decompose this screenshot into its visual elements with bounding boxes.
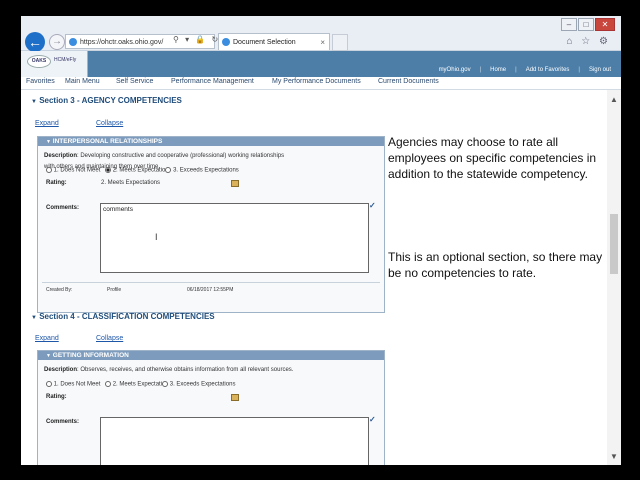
link-myohio[interactable]: myOhio.gov	[439, 67, 471, 73]
created-by-label: Created By:	[46, 287, 73, 293]
header-links: myOhio.gov | Home | Add to Favorites | S…	[439, 67, 611, 73]
link-add-favorites[interactable]: Add to Favorites	[526, 67, 570, 73]
oaks-logo: OAKS	[27, 55, 51, 68]
spellcheck-icon[interactable]: ✓	[369, 201, 376, 210]
spellcheck-icon[interactable]: ✓	[369, 415, 376, 424]
description-label: Description	[44, 367, 78, 373]
collapse-arrow-icon[interactable]: ▼	[46, 139, 51, 145]
note-optional: This is an optional section, so there ma…	[388, 250, 603, 280]
getting-information-panel: ▼ GETTING INFORMATION Description: Obser…	[37, 350, 385, 465]
ie-tab-icon	[222, 38, 230, 46]
main-content: ▼ Section 3 - AGENCY COMPETENCIES Expand…	[21, 90, 621, 465]
browser-window: ← → https://ohctr.oaks.ohio.gov/ ⚲ ▾ 🔒 ↻…	[21, 16, 621, 465]
radio-does-not-meet[interactable]	[46, 167, 52, 173]
section3-title: ▼ Section 3 - AGENCY COMPETENCIES	[31, 96, 182, 105]
comments-textarea[interactable]: comments	[100, 203, 369, 273]
expand-link[interactable]: Expand	[35, 120, 59, 127]
option-label: 2. Meets Expectati	[112, 381, 163, 388]
menu-favorites[interactable]: Favorites	[26, 78, 55, 85]
scroll-up-icon[interactable]: ▲	[607, 94, 621, 106]
rating-options: 1. Does Not Meet 2. Meets Expectati 3. E…	[46, 381, 235, 388]
description: Description: Observes, receives, and oth…	[44, 363, 324, 374]
option-label: 2. Meets Expectatio	[112, 167, 166, 174]
rating-value: 2. Meets Expectations	[101, 180, 161, 186]
radio-exceeds-expectations[interactable]	[162, 381, 169, 387]
separator: |	[578, 67, 580, 73]
section4-title: ▼ Section 4 - CLASSIFICATION COMPETENCIE…	[31, 312, 215, 321]
panel-heading-text: INTERPERSONAL RELATIONSHIPS	[52, 138, 163, 145]
panel-heading-text: GETTING INFORMATION	[52, 352, 129, 359]
collapse-link[interactable]: Collapse	[96, 120, 123, 127]
radio-does-not-meet[interactable]	[46, 381, 52, 387]
rating-options: 1. Does Not Meet 2. Meets Expectatio 3. …	[46, 167, 239, 174]
address-text: https://ohctr.oaks.ohio.gov/	[80, 39, 164, 46]
radio-meets-expectations[interactable]	[105, 381, 112, 387]
interpersonal-panel: ▼ INTERPERSONAL RELATIONSHIPS Descriptio…	[37, 136, 385, 313]
menu-main-menu[interactable]: Main Menu	[65, 78, 100, 85]
collapse-arrow-icon[interactable]: ▼	[31, 99, 37, 105]
radio-meets-expectations[interactable]	[105, 167, 112, 173]
maximize-icon[interactable]: □	[578, 18, 594, 31]
menu-my-performance-documents[interactable]: My Performance Documents	[272, 78, 361, 85]
divider	[42, 282, 380, 283]
browser-titlebar: ← → https://ohctr.oaks.ohio.gov/ ⚲ ▾ 🔒 ↻…	[21, 16, 621, 52]
menu-bar: Favorites Main Menu Self Service Perform…	[21, 77, 621, 90]
option-label: 1. Does Not Meet	[53, 167, 101, 174]
text-cursor-icon: I	[155, 232, 158, 242]
comments-label: Comments:	[46, 419, 80, 425]
close-window-icon[interactable]: ✕	[595, 18, 615, 31]
app-header: OAKS HCM/eFly myOhio.gov | Home | Add to…	[21, 51, 621, 77]
section4-title-text: Section 4 - CLASSIFICATION COMPETENCIES	[39, 312, 215, 321]
menu-self-service[interactable]: Self Service	[116, 78, 153, 85]
link-sign-out[interactable]: Sign out	[589, 67, 611, 73]
address-tools[interactable]: ⚲ ▾ 🔒 ↻	[173, 35, 220, 44]
option-label: 1. Does Not Meet	[53, 381, 101, 388]
calculate-icon[interactable]	[231, 394, 239, 401]
section3-title-text: Section 3 - AGENCY COMPETENCIES	[39, 96, 182, 105]
panel-heading: ▼ INTERPERSONAL RELATIONSHIPS	[38, 137, 384, 146]
vertical-scrollbar[interactable]: ▲ ▼	[607, 90, 621, 465]
tab-document-selection[interactable]: Document Selection ×	[218, 33, 330, 50]
minimize-icon[interactable]: –	[561, 18, 577, 31]
menu-current-documents[interactable]: Current Documents	[378, 78, 439, 85]
comments-label: Comments:	[46, 205, 80, 211]
rating-label: Rating:	[46, 394, 67, 400]
separator: |	[515, 67, 517, 73]
option-label: 3. Exceeds Expectations	[173, 167, 239, 174]
back-arrow-icon[interactable]: ←	[25, 32, 45, 52]
option-label: 3. Exceeds Expectations	[169, 381, 236, 388]
scroll-thumb[interactable]	[610, 214, 618, 274]
new-tab-button[interactable]	[332, 34, 348, 51]
close-tab-icon[interactable]: ×	[320, 34, 325, 51]
app-name: HCM/eFly	[54, 57, 77, 63]
collapse-link[interactable]: Collapse	[96, 335, 123, 342]
calculate-icon[interactable]	[231, 180, 239, 187]
rating-label: Rating:	[46, 180, 67, 186]
window-controls: – □ ✕	[561, 18, 615, 31]
menu-performance-management[interactable]: Performance Management	[171, 78, 254, 85]
logo-area: OAKS HCM/eFly	[21, 51, 88, 77]
created-date: 06/18/2017 12:55PM	[187, 287, 234, 293]
ie-icon	[69, 38, 77, 46]
description-label: Description	[44, 153, 78, 159]
forward-arrow-icon[interactable]: →	[49, 34, 65, 50]
radio-exceeds-expectations[interactable]	[165, 167, 172, 173]
comments-textarea[interactable]	[100, 417, 369, 465]
tab-title: Document Selection	[233, 39, 296, 46]
separator: |	[479, 67, 482, 73]
panel-heading: ▼ GETTING INFORMATION	[38, 351, 384, 360]
created-by-value: Profile	[107, 287, 122, 293]
description-text: : Observes, receives, and otherwise obta…	[77, 367, 294, 373]
note-agencies: Agencies may choose to rate all employee…	[388, 135, 597, 181]
scroll-down-icon[interactable]: ▼	[607, 451, 621, 463]
collapse-arrow-icon[interactable]: ▼	[31, 315, 37, 321]
home-favorites-settings-icons[interactable]: ⌂ ☆ ⚙	[566, 36, 611, 47]
link-home[interactable]: Home	[490, 67, 506, 73]
expand-link[interactable]: Expand	[35, 335, 59, 342]
collapse-arrow-icon[interactable]: ▼	[46, 353, 51, 359]
